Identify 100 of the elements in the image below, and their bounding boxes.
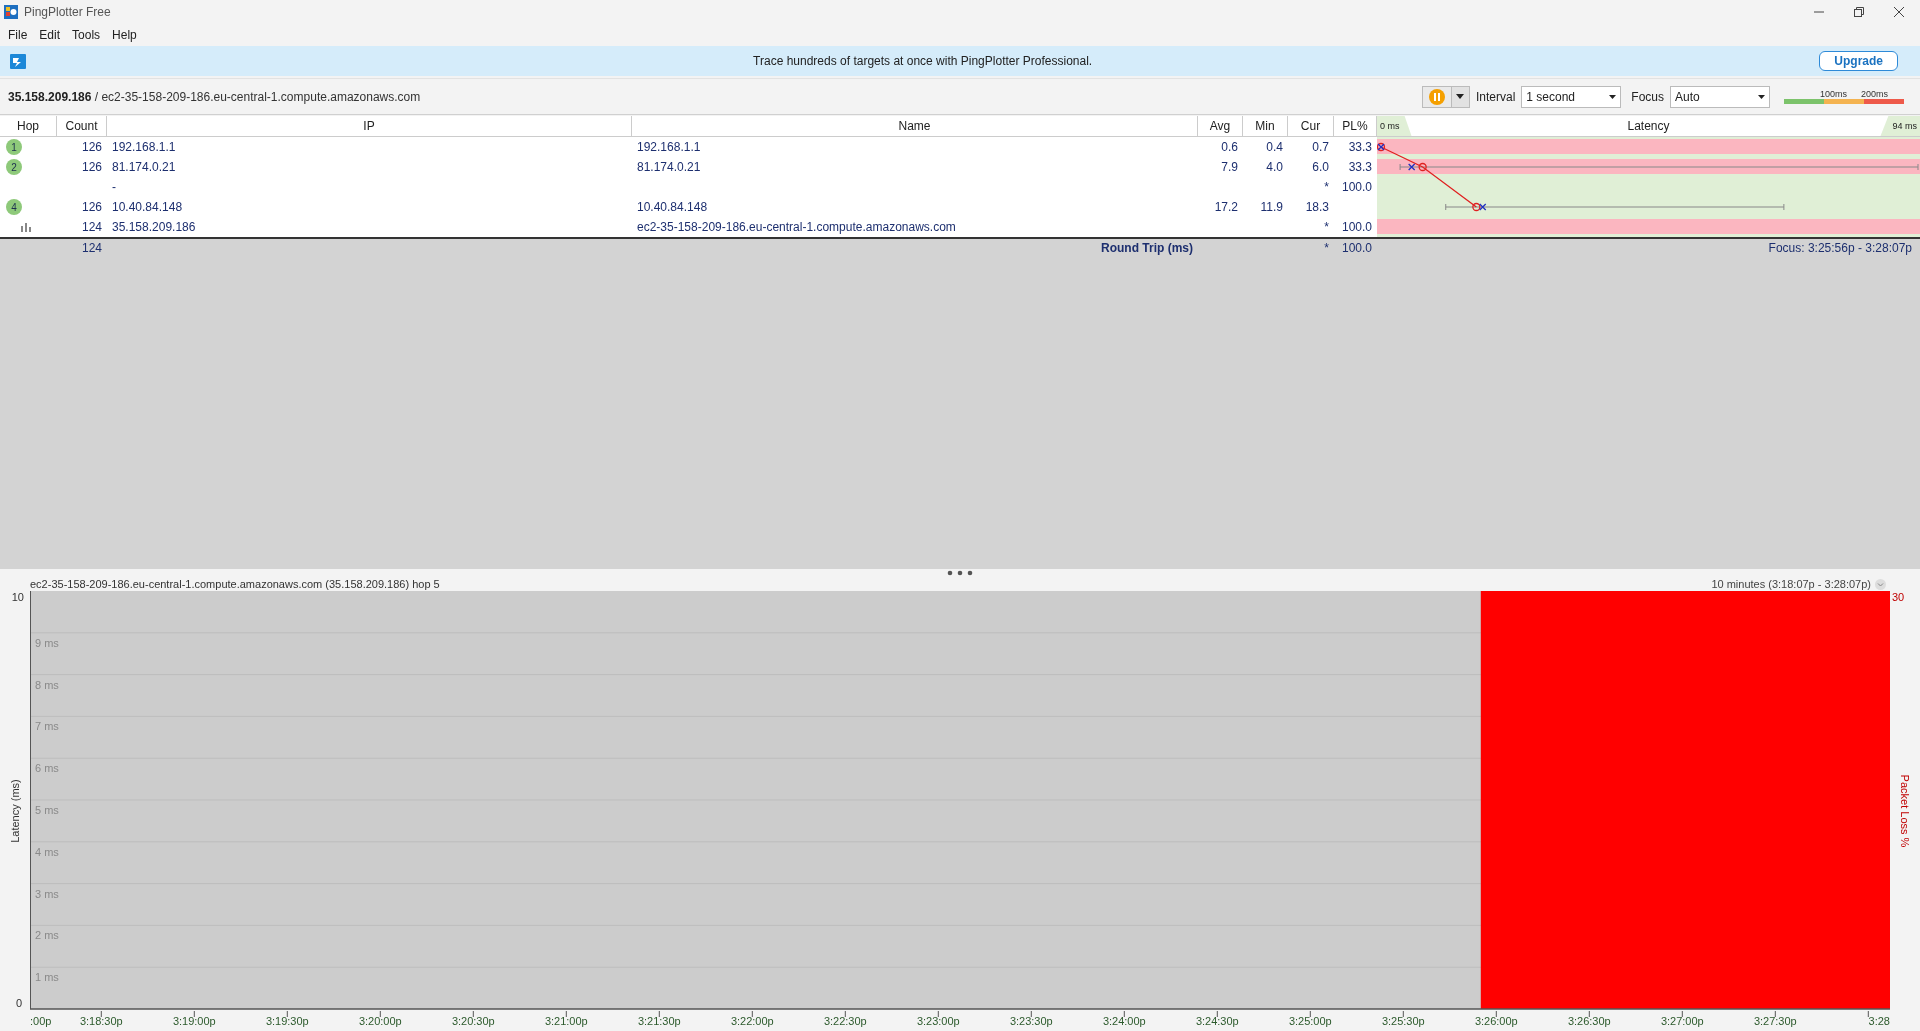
time-axis-label: 3:18:30p <box>79 1015 123 1027</box>
table-cell-text: 0.6 <box>1220 139 1239 156</box>
column-header[interactable]: Cur <box>1288 116 1334 137</box>
gridline-label: 3 ms <box>35 887 59 900</box>
app-logo-icon <box>10 53 26 69</box>
time-range-selector[interactable]: 10 minutes (3:18:07p - 3:28:07p) <box>1711 578 1886 590</box>
table-cell-text: 126 <box>80 139 103 156</box>
time-axis-label: 3:22:30p <box>823 1015 867 1027</box>
gridline-label: 8 ms <box>35 678 59 691</box>
time-axis-label: 3:20:00p <box>358 1015 402 1027</box>
menu-item[interactable]: File <box>2 26 34 44</box>
table-cell-text: 124 <box>80 240 103 257</box>
gridline-label: 4 ms <box>35 845 59 858</box>
table-cell-text: 124 <box>80 219 103 236</box>
gridline-label: 6 ms <box>35 762 59 775</box>
time-axis-label: 3:25:00p <box>1288 1015 1332 1027</box>
graph-title: ec2-35-158-209-186.eu-central-1.compute.amazonaws.com (35.158.209.186) hop 5 <box>30 578 441 590</box>
table-cell-text: 81.174.0.21 <box>111 159 177 176</box>
menu-item[interactable]: Edit <box>33 26 67 44</box>
latency-min-label: 0 ms <box>1377 116 1412 136</box>
table-cell-text: 33.3 <box>1347 159 1373 176</box>
time-axis-label: 3:23:30p <box>1009 1015 1053 1027</box>
time-axis-label: 3:25:30p <box>1381 1015 1425 1027</box>
menu-item[interactable]: Tools <box>66 26 107 44</box>
table-cell-text: 10.40.84.148 <box>111 199 184 216</box>
splitter-handle[interactable] <box>947 570 973 576</box>
column-header[interactable]: Count <box>57 116 107 137</box>
column-header[interactable]: Avg <box>1198 116 1243 137</box>
table-cell-text: * <box>1323 219 1330 236</box>
table-cell-text: * <box>1323 179 1330 196</box>
table-cell-text: 10.40.84.148 <box>636 199 709 216</box>
table-cell-text: 126 <box>80 159 103 176</box>
latency-title: Latency <box>1627 119 1670 133</box>
time-axis-label: 3:23:00p <box>916 1015 960 1027</box>
time-axis-label: 3:26:00p <box>1474 1015 1518 1027</box>
focus-select[interactable]: Auto <box>1670 85 1770 108</box>
focus-label: Focus <box>1631 89 1664 104</box>
table-cell-text: 18.3 <box>1304 199 1330 216</box>
y-axis-max-label: 10 <box>11 591 24 603</box>
gridline-label: 1 ms <box>35 971 59 984</box>
hop-badge: 4 <box>6 199 22 215</box>
time-axis-label: 3:20:30p <box>451 1015 495 1027</box>
table-cell-text: 6.0 <box>1311 159 1330 176</box>
time-axis-label: 3:19:00p <box>172 1015 216 1027</box>
table-cell-text: 0.7 <box>1311 139 1330 156</box>
y-axis-title: Latency (ms) <box>9 779 21 843</box>
column-header[interactable]: Min <box>1243 116 1288 137</box>
scale-label: 200ms <box>1861 89 1888 99</box>
gridline-label: 5 ms <box>35 804 59 816</box>
column-header[interactable]: Hop <box>0 116 57 137</box>
time-axis-label: 3:27:30p <box>1753 1015 1797 1027</box>
loss-axis-title: Packet Loss % <box>1899 774 1911 848</box>
upgrade-button[interactable]: Upgrade <box>1819 51 1898 71</box>
table-cell-text: 17.2 <box>1213 199 1239 216</box>
promo-message: Trace hundreds of targets at once with PingPlotter Professional. <box>752 54 1094 68</box>
interval-select[interactable]: 1 second <box>1521 85 1622 108</box>
time-axis-label: 3:24:00p <box>1102 1015 1146 1027</box>
close-icon[interactable] <box>1894 7 1904 17</box>
column-header[interactable]: PL% <box>1334 116 1377 137</box>
caret-icon <box>1609 94 1617 99</box>
time-axis-label: 3:27:00p <box>1660 1015 1704 1027</box>
hop-badge: 2 <box>6 159 22 175</box>
time-axis-label: 3:22:00p <box>730 1015 774 1027</box>
latency-max-label: 94 ms <box>1880 116 1920 136</box>
dropdown-caret-button[interactable] <box>1451 85 1470 108</box>
table-cell-text: 100.0 <box>1340 240 1373 257</box>
menu-item[interactable]: Help <box>106 26 143 44</box>
table-cell-text: 100.0 <box>1340 179 1373 196</box>
table-cell-text: 192.168.1.1 <box>636 139 702 156</box>
column-header[interactable]: Name <box>632 116 1198 137</box>
table-cell-text: 11.9 <box>1259 199 1284 216</box>
caret-icon <box>1456 94 1465 99</box>
caret-icon <box>1758 94 1765 99</box>
table-cell-text: 192.168.1.1 <box>111 139 177 156</box>
restore-icon[interactable] <box>1854 7 1864 17</box>
chevron-down-icon <box>1875 578 1886 590</box>
scale-label: 100ms <box>1819 89 1847 99</box>
column-header[interactable]: IP <box>107 116 632 137</box>
time-axis-label: 3:28 <box>1868 1015 1890 1027</box>
table-cell-text: - <box>111 179 117 196</box>
y-axis-min-label: 0 <box>15 997 22 1009</box>
round-trip-label: Round Trip (ms) <box>1100 240 1194 257</box>
table-cell-text: 4.0 <box>1265 159 1284 176</box>
bar-chart-icon[interactable] <box>20 222 32 232</box>
table-cell-text: 0.4 <box>1265 139 1284 156</box>
interval-label: Interval <box>1475 89 1516 104</box>
time-axis-label: 3:21:30p <box>637 1015 681 1027</box>
app-icon <box>4 5 18 19</box>
table-cell-text: * <box>1323 240 1330 257</box>
table-cell-text: ec2-35-158-209-186.eu-central-1.compute.amazonaws.com <box>636 219 957 236</box>
time-axis-label: 3:19:30p <box>265 1015 309 1027</box>
gridline-label: 9 ms <box>35 636 59 649</box>
time-axis-label: :00p <box>30 1015 52 1027</box>
table-cell-text: 100.0 <box>1340 219 1373 236</box>
time-axis-label: 3:24:30p <box>1195 1015 1239 1027</box>
target-address: 35.158.209.186 / ec2-35-158-209-186.eu-central-1.compute.amazonaws.com <box>8 89 422 104</box>
table-cell-text: 7.9 <box>1220 159 1239 176</box>
gridline-label: 7 ms <box>35 720 59 733</box>
loss-axis-max-label: 30 <box>1892 591 1905 603</box>
time-axis-label: 3:21:00p <box>544 1015 588 1027</box>
